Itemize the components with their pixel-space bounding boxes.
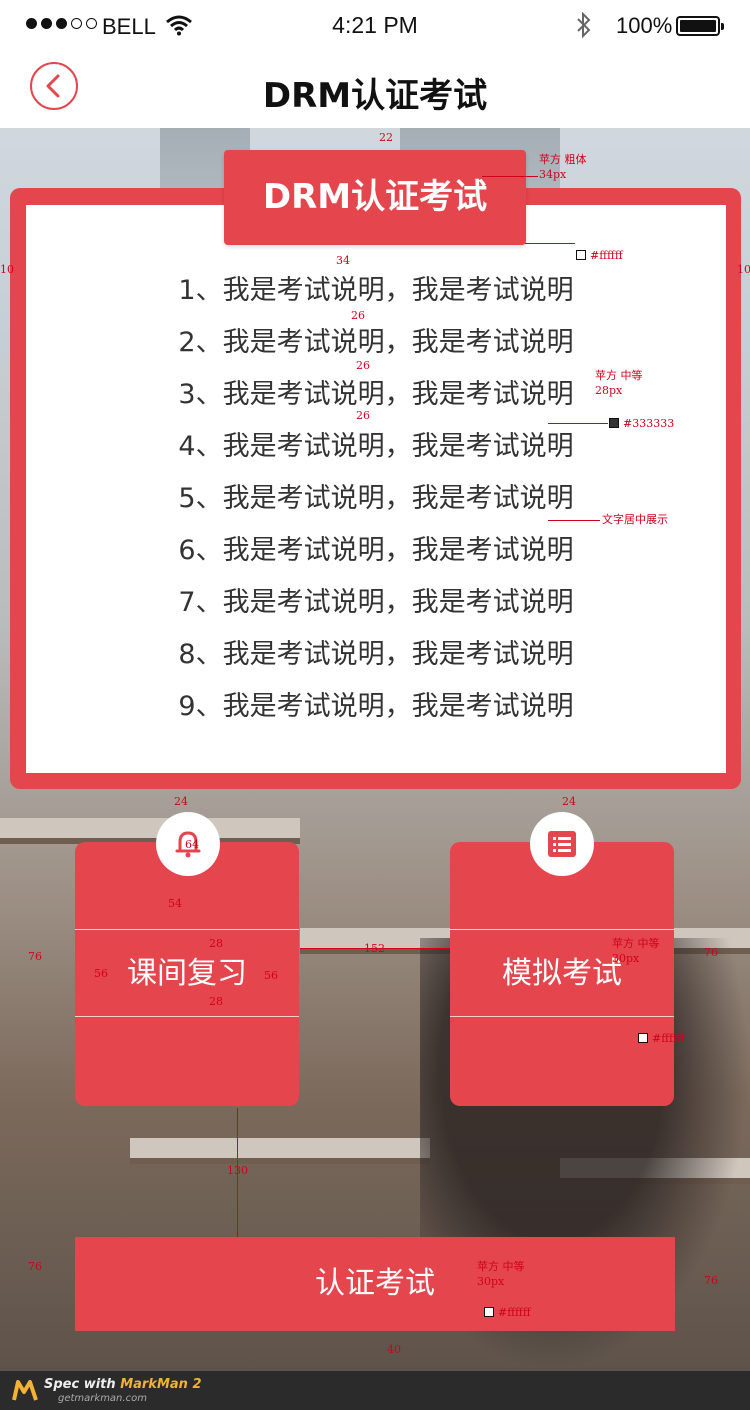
annotation-color: #ffffff [638, 1033, 685, 1045]
annotation-label: 28px [595, 384, 623, 397]
dimension-label: 28 [209, 937, 223, 950]
dimension-label: 76 [28, 950, 42, 963]
dimension-label: 24 [174, 795, 188, 808]
exam-rules-list: 1、我是考试说明，我是考试说明 2、我是考试说明，我是考试说明 3、我是考试说明… [26, 270, 726, 738]
dimension-label: 40 [387, 1343, 401, 1356]
dimension-label: 10 [0, 263, 14, 276]
battery-icon [676, 16, 724, 36]
page-title: DRM认证考试 [262, 76, 488, 116]
annotation-color: #ffffff [484, 1307, 531, 1319]
mock-exam-tile-button[interactable]: 模拟考试 [450, 842, 674, 1106]
markman-footer: Spec with MarkMan 2 getmarkman.com [0, 1371, 750, 1410]
annotation-label: 苹方 中等 [595, 369, 643, 382]
status-bar: BELL 4:21 PM 100% [0, 0, 750, 50]
annotation-color: #333333 [609, 418, 674, 430]
markman-logo-icon [12, 1378, 40, 1406]
dimension-label: 26 [356, 409, 370, 422]
bluetooth-icon [575, 11, 593, 44]
annotation-label: 30px [477, 1275, 505, 1288]
list-item: 6、我是考试说明，我是考试说明 [178, 535, 574, 566]
footer-brand: Spec with MarkMan 2 [44, 1377, 202, 1392]
dimension-label: 130 [227, 1164, 248, 1177]
annotation-label: 苹方 中等 [612, 937, 660, 950]
list-item: 2、我是考试说明，我是考试说明 [178, 327, 574, 358]
list-item: 4、我是考试说明，我是考试说明 [178, 431, 574, 462]
battery-percent: 100% [616, 13, 673, 38]
annotation-label: 苹方 粗体 [539, 153, 587, 166]
annotation-label: 34px [539, 168, 567, 181]
list-item: 1、我是考试说明，我是考试说明 [178, 275, 574, 306]
dimension-label: 22 [379, 131, 393, 144]
dimension-label: 24 [562, 795, 576, 808]
annotation-label: 苹方 中等 [477, 1260, 525, 1273]
dimension-label: 10 [737, 263, 750, 276]
certification-exam-button[interactable]: 认证考试 [75, 1237, 675, 1331]
nav-bar: DRM认证考试 [0, 50, 750, 128]
list-icon [530, 812, 594, 876]
dimension-label: 26 [356, 359, 370, 372]
dimension-label: 34 [336, 254, 350, 267]
annotation-label: 文字居中展示 [602, 513, 668, 526]
dimension-label: 26 [351, 309, 365, 322]
dimension-label: 152 [364, 942, 385, 955]
list-item: 9、我是考试说明，我是考试说明 [178, 691, 574, 722]
list-item: 7、我是考试说明，我是考试说明 [178, 587, 574, 618]
exam-info-title: DRM认证考试 [224, 150, 526, 245]
list-item: 8、我是考试说明，我是考试说明 [178, 639, 574, 670]
dimension-label: 76 [704, 946, 718, 959]
dimension-label: 54 [168, 897, 182, 910]
dimension-label: 76 [704, 1274, 718, 1287]
dimension-label: 64 [185, 838, 199, 851]
annotation-label: 30px [612, 952, 640, 965]
footer-url: getmarkman.com [58, 1393, 147, 1404]
dimension-label: 28 [209, 995, 223, 1008]
dimension-label: 76 [28, 1260, 42, 1273]
dimension-label: 56 [264, 969, 278, 982]
dimension-label: 56 [94, 967, 108, 980]
annotation-color: #ffffff [576, 250, 623, 262]
